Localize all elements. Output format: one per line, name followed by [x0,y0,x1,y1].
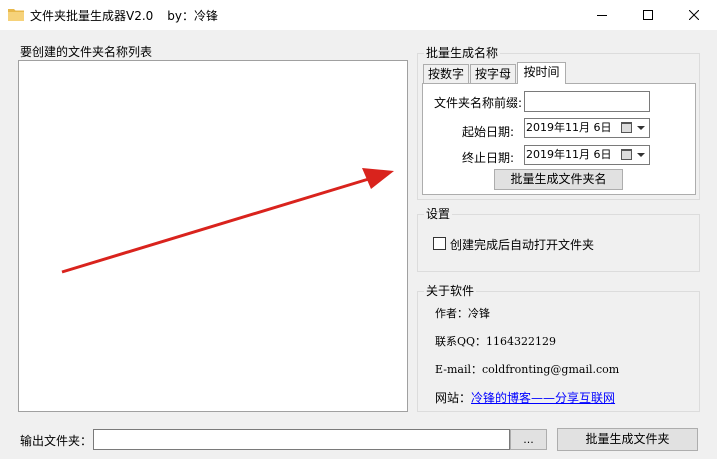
annotation-arrow [61,168,394,274]
